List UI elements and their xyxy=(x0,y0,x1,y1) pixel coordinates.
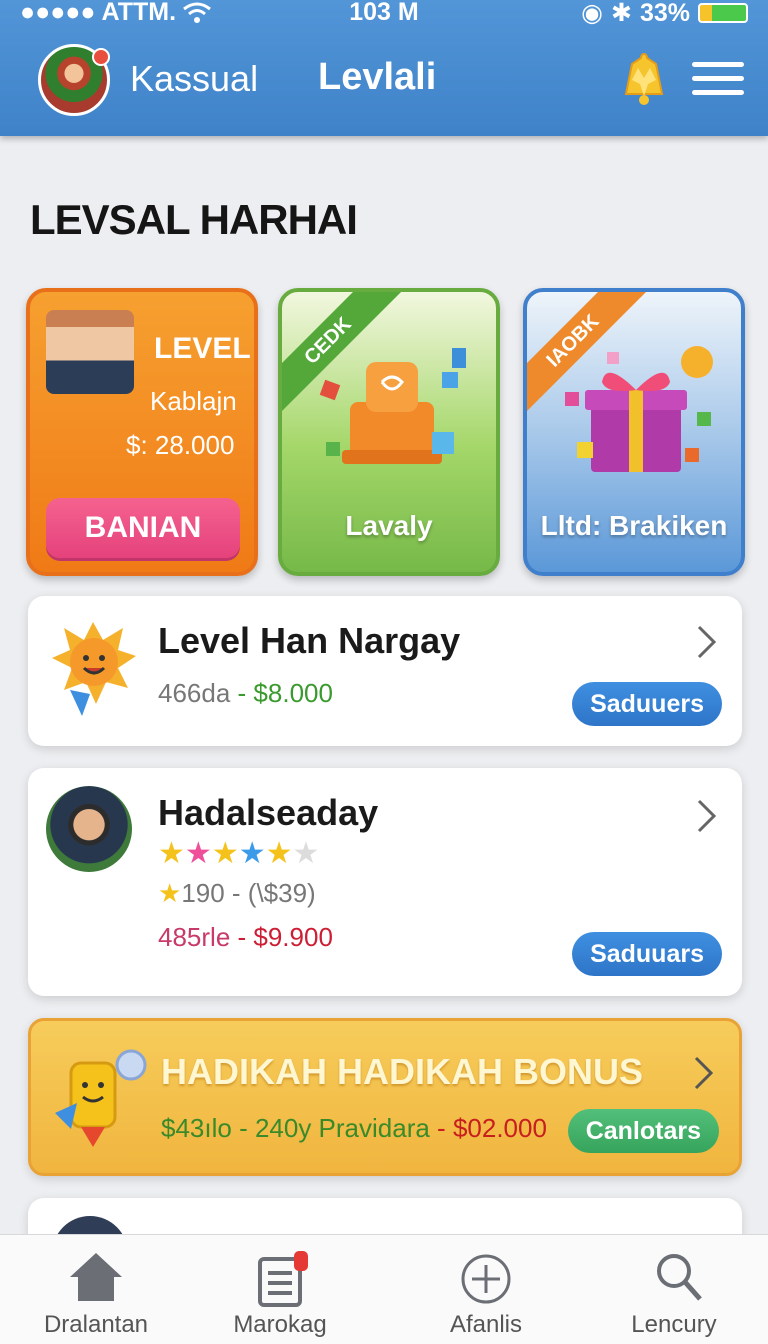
avatar[interactable] xyxy=(38,44,110,116)
card-title: Hadalseaday xyxy=(158,792,379,833)
promo-action-button[interactable]: BANIAN xyxy=(46,498,240,558)
page-title: Levlali xyxy=(318,56,437,98)
promo-caption: Lltd: Brakiken xyxy=(540,510,728,541)
card-price: $8.000 xyxy=(253,678,333,708)
card-meta: 485rle - $9.900 xyxy=(158,922,333,953)
bonus-meta-left: $43ılo - 240y Pravidara xyxy=(161,1113,430,1143)
card-price: $9.900 xyxy=(253,922,333,952)
star-icon: ★ xyxy=(238,837,266,870)
nav-label: Afanlis xyxy=(449,1311,523,1338)
bonus-action-button[interactable]: Canlotars xyxy=(567,1109,719,1153)
search-icon xyxy=(657,1254,702,1301)
menu-bar-icon xyxy=(692,90,744,95)
nav-item-clipboard[interactable]: Marokag xyxy=(180,1235,380,1344)
list-item-level-han[interactable]: Level Han Nargay 466da - $8.000 Saduuers xyxy=(28,596,742,746)
bottom-nav: Dralantan Marokag Afanlis Lencury xyxy=(0,1234,768,1344)
bonus-meta: $43ılo - 240y Pravidara - $02.000 xyxy=(161,1113,547,1144)
card-action-button[interactable]: Saduuars xyxy=(572,932,722,976)
status-bar: ●●●●● ATTM. 103 M ◉ ✱ 33% xyxy=(0,0,768,30)
notification-dot xyxy=(92,48,110,66)
card-title: Level Han Nargay xyxy=(158,620,461,661)
nav-item-add[interactable]: Afanlis xyxy=(390,1235,582,1344)
chevron-right-icon xyxy=(694,1056,714,1090)
avatar xyxy=(46,786,132,872)
section-title: LEVSAL HARHAI xyxy=(30,196,358,243)
menu-button[interactable] xyxy=(692,62,744,100)
star-icon: ★ xyxy=(211,837,239,870)
chevron-right-icon xyxy=(697,625,717,659)
stamp-illustration-icon xyxy=(319,348,466,464)
battery-label: 33% xyxy=(639,0,690,27)
list-item-hadalseaday[interactable]: Hadalseaday ★★★★★★ ★190 - (\$39) 485rle … xyxy=(28,768,742,996)
plus-circle-icon xyxy=(461,1254,511,1304)
home-icon xyxy=(70,1253,122,1301)
promo-level-label: LEVEL xyxy=(154,332,251,365)
bonus-price: $02.000 xyxy=(452,1113,547,1143)
star-rating: ★★★★★★ xyxy=(158,836,319,871)
status-right: ◉ ✱ 33% xyxy=(581,0,748,28)
card-meta-left: 485rle xyxy=(158,922,231,952)
nav-item-home[interactable]: Dralantan xyxy=(0,1235,192,1344)
app-header: ●●●●● ATTM. 103 M ◉ ✱ 33% Kassual Levlal… xyxy=(0,0,768,136)
nav-row: Kassual Levlali xyxy=(0,40,768,120)
meta-separator: - xyxy=(230,678,254,708)
card-action-button[interactable]: Saduuers xyxy=(572,682,722,726)
nav-label: Lencury xyxy=(631,1311,717,1338)
bonus-title: HADIKAH HADIKAH BONUS xyxy=(161,1051,643,1092)
card-meta: 466da - $8.000 xyxy=(158,678,333,709)
username-label[interactable]: Kassual xyxy=(130,58,258,100)
menu-bar-icon xyxy=(692,62,744,67)
trophy-mascot-icon xyxy=(55,1049,147,1147)
alarm-icon: ◉ xyxy=(581,0,603,27)
promo-card-green[interactable]: CEDK Lavaly xyxy=(278,288,500,576)
star-icon: ★ xyxy=(158,837,185,870)
promo-name: Kablajn xyxy=(150,386,237,416)
bluetooth-icon: ✱ xyxy=(611,0,632,27)
sun-mascot-icon xyxy=(52,622,136,716)
profile-photo xyxy=(46,310,134,394)
bell-icon[interactable] xyxy=(618,50,670,106)
meta-separator: - xyxy=(429,1113,453,1143)
card-meta-left: 466da xyxy=(158,678,231,708)
menu-bar-icon xyxy=(692,76,744,81)
gift-icon xyxy=(565,346,713,472)
clipboard-icon xyxy=(258,1251,308,1307)
meta-separator: - xyxy=(230,922,254,952)
promo-card-blue[interactable]: IAOBK Lltd: Brakiken xyxy=(523,288,745,576)
rating-text: 190 - (\$39) xyxy=(181,878,316,908)
bonus-banner[interactable]: HADIKAH HADIKAH BONUS $43ılo - 240y Prav… xyxy=(28,1018,742,1176)
card-rating-meta: ★190 - (\$39) xyxy=(158,878,316,909)
nav-label: Dralantan xyxy=(43,1311,149,1338)
star-icon: ★ xyxy=(184,837,212,870)
nav-item-search[interactable]: Lencury xyxy=(580,1235,768,1344)
star-icon: ★ xyxy=(292,837,320,870)
chevron-right-icon xyxy=(697,799,717,833)
star-icon: ★ xyxy=(265,837,293,870)
nav-label: Marokag xyxy=(233,1311,327,1338)
battery-icon xyxy=(698,3,748,23)
promo-caption: Lavaly xyxy=(345,510,433,541)
promo-price: $: 28.000 xyxy=(126,430,235,460)
promo-card-level[interactable]: LEVEL Kablajn $: 28.000 BANIAN xyxy=(26,288,258,576)
star-icon: ★ xyxy=(158,878,182,908)
